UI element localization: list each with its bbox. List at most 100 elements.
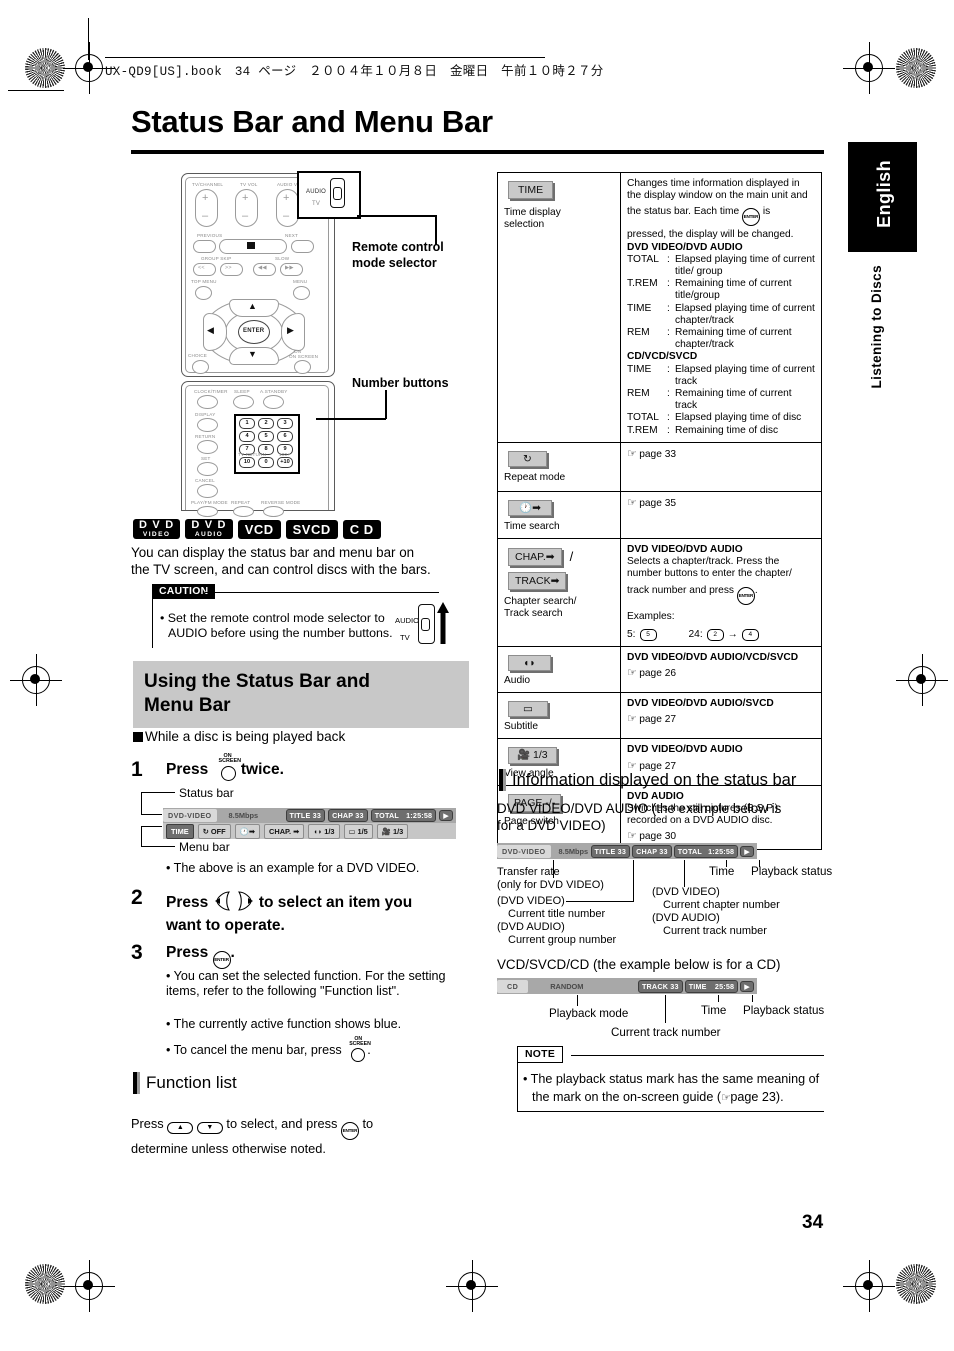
crop-mark-topleft-horizontal <box>8 90 64 91</box>
next-button[interactable] <box>291 240 314 253</box>
info-section-heading: Information displayed on the status bar <box>512 771 797 789</box>
using-section-heading: Using the Status Bar and Menu Bar <box>133 661 469 728</box>
osd-menu-chapter-search[interactable]: CHAP. ➡ <box>264 823 305 839</box>
table-row-time-search: 🕐➡ Time search ☞ page 35 <box>497 490 822 540</box>
remote-label-a-standby: A.STANDBY <box>260 389 288 394</box>
osd-menu-repeat[interactable]: ↻ OFF <box>197 823 231 839</box>
number-button-6[interactable]: 6 <box>277 431 293 442</box>
osd-menu-time-search[interactable]: 🕐➡ <box>234 823 261 839</box>
cd-time-line <box>718 995 720 1002</box>
angle-icon: 🎥 <box>381 826 391 836</box>
caution-bullet-line2: AUDIO before using the number buttons. <box>168 626 393 640</box>
number-button-1[interactable]: 1 <box>239 418 255 429</box>
osd-menu-time[interactable]: TIME <box>166 823 194 839</box>
number-button-10[interactable]: 10 <box>239 457 255 468</box>
caution-top-rule <box>205 592 439 594</box>
example-1-key: 5 <box>639 628 657 641</box>
time-search-label: Time search <box>504 521 560 533</box>
time-row-5: TIME : Elapsed playing time of current t… <box>627 364 815 388</box>
mode-selector-knob[interactable] <box>333 187 342 200</box>
osd-menu-repeat-value: OFF <box>210 826 226 836</box>
osd-disc-type: DVD-VIDEO <box>163 809 217 822</box>
osd-dvd-chapter-chip: CHAP 33 <box>632 844 672 858</box>
enter-key-icon: ENTER <box>212 951 231 969</box>
intro-line-1: You can display the status bar and menu … <box>131 545 415 560</box>
registration-target-top-right <box>843 42 895 94</box>
play-fm-mode-button[interactable] <box>197 506 218 517</box>
osd-cd-track-chip: TRACK 33 <box>637 979 683 993</box>
number-button-5[interactable]: 5 <box>258 431 274 442</box>
badge-dvd-video-line2: VIDEO <box>142 531 171 538</box>
mode-selector-audio-label: AUDIO <box>306 189 327 195</box>
time-row-3-colon: : <box>667 302 670 314</box>
osd-cd-time-mode: TIME <box>688 981 707 991</box>
clock-timer-button[interactable] <box>197 395 218 409</box>
osd-menu-audio[interactable]: ◖◗ 1/3 <box>308 823 340 839</box>
osd-menu-subtitle[interactable]: ▭ 1/5 <box>343 823 373 839</box>
number-button-2[interactable]: 2 <box>258 418 274 429</box>
menu-button[interactable] <box>293 286 310 300</box>
book-header-line: UX-QD9[US].book 34 ページ ２００４年１０月８日 金曜日 午前… <box>105 65 604 79</box>
audio-desc-bold: DVD VIDEO/DVD AUDIO/VCD/SVCD <box>627 652 799 664</box>
up-arrow-icon <box>437 602 449 644</box>
remote-label-slow: SLOW <box>275 256 290 261</box>
osd-dvd-bitrate: 8.5Mbps <box>558 846 589 856</box>
badge-dvd-audio-line2: AUDIO <box>194 531 224 538</box>
mode-selector-tv-label: TV <box>312 201 321 207</box>
slow-back-glyph: ◀◀ <box>258 265 267 271</box>
time-desc-p3: pressed, the display will be changed. <box>627 229 794 241</box>
dvd-transfer-rate-label-l2: (only for DVD VIDEO) <box>497 879 604 891</box>
chap-arrow-icon: ➡ <box>545 551 555 564</box>
repeat-mode-button-icon: ↻ <box>508 450 547 468</box>
remote-control-illustration: TV/CHANNEL TV VOL AUDIO VOL + – + – + – … <box>181 171 361 517</box>
time-row-2-key: T.REM <box>627 278 658 290</box>
on-screen-button[interactable] <box>294 360 311 374</box>
sleep-button[interactable] <box>233 395 254 409</box>
number-button-3[interactable]: 3 <box>277 418 293 429</box>
step-1-text-pre: Press <box>166 761 209 778</box>
reverse-mode-button[interactable] <box>263 506 284 517</box>
note-line2-ref: page 23 <box>730 1090 776 1104</box>
manual-page: UX-QD9[US].book 34 ページ ２００４年１０月８日 金曜日 午前… <box>0 0 954 1351</box>
a-standby-button[interactable] <box>263 395 284 409</box>
previous-button[interactable] <box>193 240 216 253</box>
number-button-plus10[interactable]: +10 <box>277 457 293 468</box>
audio-label: Audio <box>504 675 531 687</box>
chapter-desc-line3-pre: track number and press <box>627 584 735 596</box>
badge-dvd-audio-line1: D V D <box>191 519 227 531</box>
remote-label-tv-channel: TV/CHANNEL <box>192 182 224 187</box>
group-skip-back-glyph: << <box>198 265 205 271</box>
cd-status-label: Playback status <box>743 1004 825 1017</box>
osd-play-status: ▶ <box>439 810 453 821</box>
note-line1: • The playback status mark has the same … <box>523 1072 820 1086</box>
section-tab-label: Listening to Discs <box>869 265 884 389</box>
time-row-4: REM : Remaining time of current chapter/… <box>627 327 815 351</box>
step-1-text: Press ON SCREEN twice. <box>166 753 284 781</box>
chap-button-icon: CHAP.➡ <box>508 548 562 567</box>
osd-time-chip: TOTAL 1:25:58 <box>370 809 437 822</box>
step-3-text: Press ENTER. <box>166 944 235 969</box>
cancel-button[interactable] <box>197 484 218 498</box>
choice-button[interactable] <box>192 360 209 374</box>
page-ref-hand-icon-3: ☞ <box>627 667 637 680</box>
time-label-line1: Time display <box>504 207 561 219</box>
group-skip-fwd-glyph: >> <box>225 265 232 271</box>
number-button-4[interactable]: 4 <box>239 431 255 442</box>
return-button[interactable] <box>197 440 218 454</box>
osd-dvd-time-value: 1:25:58 <box>708 846 735 856</box>
chapter-desc-line3: track number and press ENTER. <box>627 585 815 605</box>
osd-dvd-time-mode: TOTAL <box>677 846 702 856</box>
number-buttons-callout-line-h <box>316 418 386 420</box>
dvd-chapter-label-l1: (DVD VIDEO) <box>652 886 720 898</box>
page-ref-hand-icon-7: ☞ <box>721 1092 731 1104</box>
repeat-button[interactable] <box>233 506 254 517</box>
number-button-0[interactable]: 0 <box>258 457 274 468</box>
top-menu-button[interactable] <box>195 286 212 300</box>
osd-menu-angle[interactable]: 🎥 1/3 <box>376 823 409 839</box>
display-button[interactable] <box>197 418 218 432</box>
set-button[interactable] <box>197 462 218 476</box>
osd-status-bar-example: DVD-VIDEO 8.5Mbps TITLE 33 CHAP 33 TOTAL… <box>163 808 456 839</box>
note-bottom-rule <box>517 1111 824 1113</box>
note-line2: the mark on the on-screen guide (☞page 2… <box>532 1090 784 1106</box>
remote-label-next: NEXT <box>285 233 299 238</box>
